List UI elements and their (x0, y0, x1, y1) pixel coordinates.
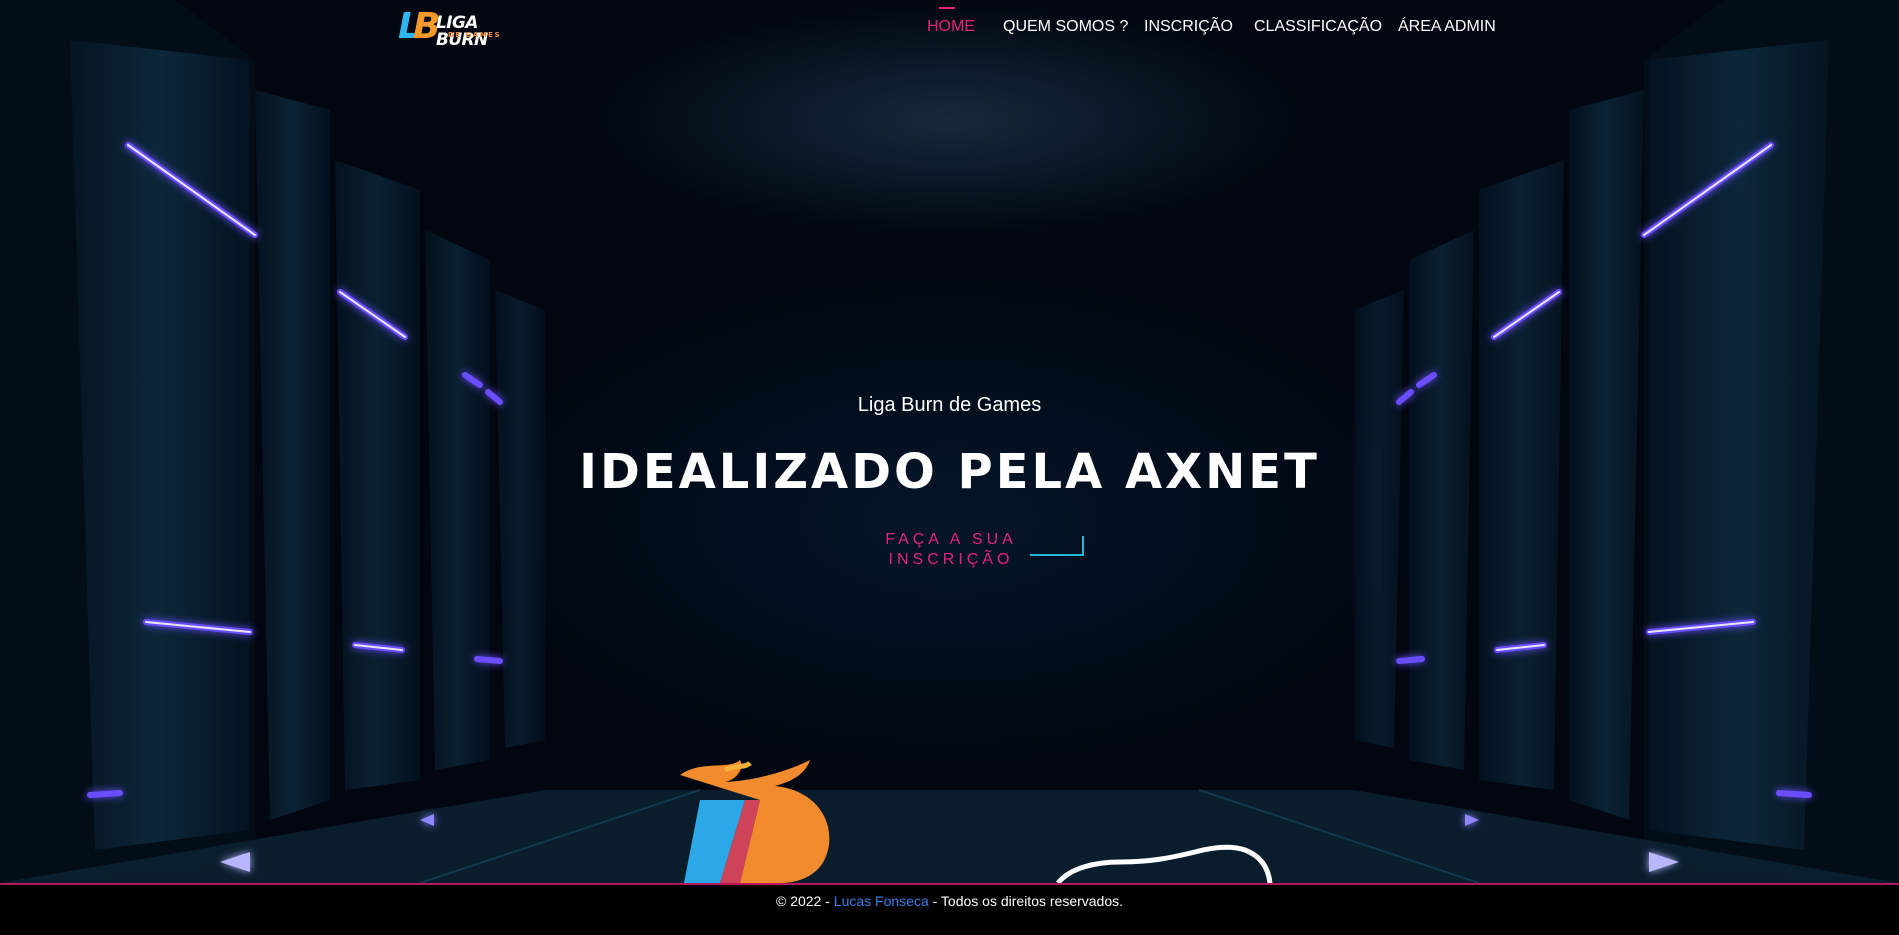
nav-home[interactable]: HOME (927, 7, 975, 37)
logo-subtext: DE GAMES (448, 31, 501, 39)
nav-inscricao[interactable]: INSCRIÇÃO (1144, 17, 1233, 37)
footer-author-link[interactable]: Lucas Fonseca (834, 893, 929, 909)
neon-corridor-background (0, 0, 1899, 883)
nav-area-admin[interactable]: ÁREA ADMIN (1398, 17, 1496, 37)
brand-flame-graphic (680, 760, 830, 883)
hero-headline: IDEALIZADO PELA AXNET (579, 444, 1320, 500)
footer-copyright: © 2022 - Lucas Fonseca - Todos os direit… (0, 891, 1899, 911)
nav-quem-somos[interactable]: QUEM SOMOS ? (1003, 17, 1128, 37)
hero-kicker: Liga Burn de Games (857, 394, 1042, 416)
footer-suffix: - Todos os direitos reservados. (928, 893, 1124, 909)
logo-mark-icon: LB (398, 6, 441, 47)
hero-section (0, 0, 1899, 883)
cta-underline-decoration (1030, 536, 1084, 556)
footer-prefix: © 2022 - (775, 893, 834, 909)
nav-classificacao[interactable]: CLASSIFICAÇÃO (1254, 17, 1382, 37)
site-logo[interactable]: LB LIGA BURN DE GAMES (398, 6, 526, 49)
site-footer: © 2022 - Lucas Fonseca - Todos os direit… (0, 883, 1899, 935)
